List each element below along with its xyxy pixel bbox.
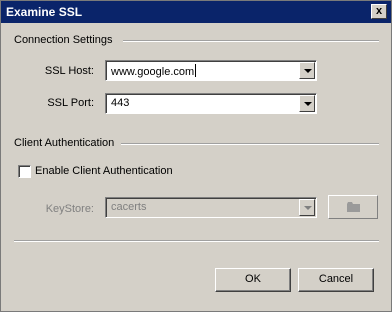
folder-icon	[347, 202, 360, 212]
ssl-port-combo[interactable]: 443	[105, 93, 317, 114]
title-bar[interactable]: Examine SSL x	[1, 1, 391, 23]
keystore-value: cacerts	[111, 201, 147, 213]
client-authentication-divider	[121, 143, 379, 145]
connection-settings-title: Connection Settings	[14, 34, 113, 46]
ssl-port-label: SSL Port:	[47, 97, 94, 109]
window-title: Examine SSL	[6, 5, 83, 19]
ssl-port-value[interactable]: 443	[111, 97, 129, 109]
enable-client-auth-checkbox[interactable]	[18, 165, 31, 178]
connection-settings-divider	[123, 40, 379, 42]
enable-client-auth-label[interactable]: Enable Client Authentication	[35, 165, 173, 177]
footer-divider	[14, 240, 379, 242]
keystore-combo[interactable]: cacerts	[105, 197, 317, 218]
ssl-host-combo[interactable]: www.google.com	[105, 60, 317, 81]
ssl-host-value[interactable]: www.google.com	[111, 64, 197, 78]
text-caret	[195, 64, 197, 77]
keystore-dropdown-arrow-icon[interactable]	[299, 199, 315, 216]
ssl-port-dropdown-arrow-icon[interactable]	[299, 95, 315, 112]
close-button[interactable]: x	[371, 4, 387, 19]
examine-ssl-dialog: Examine SSL x Connection Settings SSL Ho…	[0, 0, 392, 312]
keystore-browse-button[interactable]	[328, 195, 378, 219]
ok-button[interactable]: OK	[215, 268, 291, 292]
keystore-label: KeyStore:	[45, 203, 94, 215]
ssl-host-dropdown-arrow-icon[interactable]	[299, 62, 315, 79]
ssl-host-label: SSL Host:	[44, 65, 94, 77]
cancel-button[interactable]: Cancel	[298, 268, 374, 292]
client-authentication-title: Client Authentication	[14, 137, 115, 149]
